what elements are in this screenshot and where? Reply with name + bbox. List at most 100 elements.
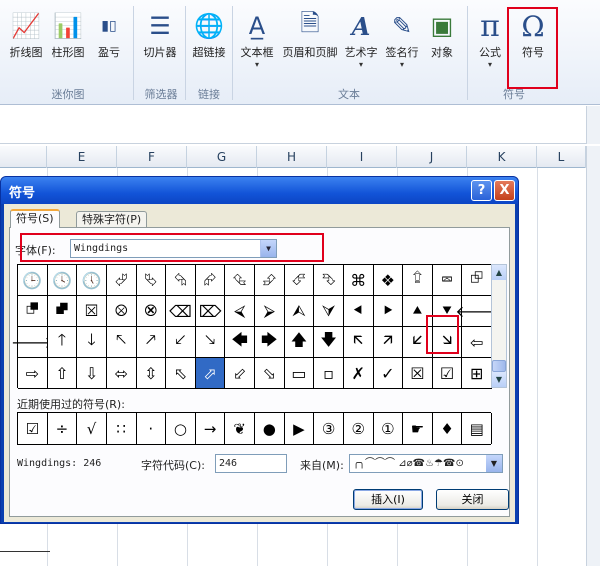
symbol-cell[interactable]: ⯇ xyxy=(343,296,374,327)
symbol-cell[interactable]: ⮴ xyxy=(225,265,255,296)
recent-symbol-cell[interactable]: ∷ xyxy=(106,413,137,444)
symbol-cell[interactable]: ✓ xyxy=(373,358,404,389)
column-header-h[interactable]: H xyxy=(257,146,327,168)
hyperlink-button[interactable]: 🌐 超链接 xyxy=(190,8,228,60)
recent-symbol-cell[interactable]: ♦ xyxy=(432,413,463,444)
symbol-cell[interactable]: ⮳ xyxy=(195,265,226,296)
symbol-cell[interactable]: ⇩ xyxy=(77,358,107,389)
symbol-cell[interactable]: 🡗 xyxy=(166,327,196,358)
equation-button[interactable]: π 公式 ▾ xyxy=(474,8,506,70)
column-chart-button[interactable]: 📊 柱形图 xyxy=(50,8,86,60)
symbol-cell[interactable]: ☒ xyxy=(403,358,433,389)
ribbon-scroll[interactable] xyxy=(586,106,600,144)
column-header-f[interactable]: F xyxy=(117,146,187,168)
recent-symbol-cell[interactable]: ② xyxy=(343,413,374,444)
column-header-l[interactable]: L xyxy=(537,146,586,168)
insert-button[interactable]: 插入(I) xyxy=(353,489,423,510)
formula-bar-area[interactable] xyxy=(0,106,600,144)
textbox-button[interactable]: A̲ 文本框 ▾ xyxy=(238,8,276,69)
symbol-cell[interactable]: ⮛ xyxy=(314,296,344,327)
char-code-input[interactable]: 246 xyxy=(215,454,287,473)
symbol-cell[interactable]: 🕓 xyxy=(47,265,78,296)
symbol-cell[interactable]: ▭ xyxy=(284,358,315,389)
help-button[interactable]: ? xyxy=(471,180,492,201)
column-header-j[interactable]: J xyxy=(397,146,467,168)
dialog-titlebar[interactable]: 符号 ? X xyxy=(1,177,518,204)
recent-symbol-cell[interactable]: · xyxy=(136,413,167,444)
symbol-cell[interactable]: ⮶ xyxy=(284,265,315,296)
chevron-down-icon[interactable]: ▼ xyxy=(486,455,502,472)
symbol-cell[interactable]: ⊞ xyxy=(462,358,492,389)
tab-special-characters[interactable]: 特殊字符(P) xyxy=(76,211,148,228)
column-header-i[interactable]: I xyxy=(327,146,397,168)
symbol-cell[interactable]: ⌘ xyxy=(343,265,374,296)
symbol-cell[interactable]: ⬀ xyxy=(195,358,226,389)
symbol-cell[interactable]: ⮚ xyxy=(255,296,285,327)
symbol-cell[interactable]: 🡖 xyxy=(195,327,226,358)
symbol-cell[interactable]: 🡭 xyxy=(373,327,404,358)
symbol-cell[interactable]: ⬁ xyxy=(166,358,196,389)
symbol-cell[interactable]: 🡓 xyxy=(77,327,107,358)
line-chart-button[interactable]: 📈 折线图 xyxy=(8,8,44,60)
symbol-cell[interactable]: ⮱ xyxy=(136,265,167,296)
symbol-cell[interactable]: ⮵ xyxy=(255,265,285,296)
recent-symbol-cell[interactable]: ☛ xyxy=(403,413,433,444)
symbol-cell[interactable]: ⬂ xyxy=(255,358,285,389)
symbol-cell[interactable]: 🡔 xyxy=(106,327,137,358)
symbol-cell[interactable]: 🡬 xyxy=(343,327,374,358)
vertical-scrollbar[interactable] xyxy=(586,146,600,566)
symbol-cell[interactable]: ⮻ xyxy=(18,296,48,327)
symbol-cell[interactable]: ⌦ xyxy=(195,296,226,327)
symbol-cell[interactable]: ☑ xyxy=(432,358,463,389)
recent-symbol-cell[interactable]: ☑ xyxy=(18,413,48,444)
recent-symbol-cell[interactable]: √ xyxy=(77,413,107,444)
symbol-grid[interactable]: 🕒 🕓 🕔 ⮰ ⮱ ⮲ ⮳ ⮴ ⮵ ⮶ ⮷ ⌘ ❖ ⮸ ⮹ ⮺ ⮻ ⮼ ⮽ ⮾ ⮿ ⌫ ⌦ ⮘ ⮚ ⮙ ⮛ ⯇ ⯈ ⯅ ⯆ 🡐 🡒 🡑 🡓 🡔 🡕 🡗 🡖 🡄… xyxy=(11,264,498,389)
symbol-cell[interactable]: 🡅 xyxy=(284,327,315,358)
symbol-grid-scrollbar[interactable]: ▲ ▼ xyxy=(491,264,507,388)
symbol-cell[interactable]: ⮿ xyxy=(136,296,167,327)
symbol-cell[interactable]: ⮺ xyxy=(462,265,492,296)
recent-symbol-cell[interactable]: → xyxy=(195,413,226,444)
signature-line-button[interactable]: ✎ 签名行 ▾ xyxy=(383,8,421,69)
symbol-cell[interactable]: ⮘ xyxy=(225,296,255,327)
symbol-cell[interactable]: ⬄ xyxy=(106,358,137,389)
slicer-button[interactable]: ☰ 切片器 xyxy=(140,8,180,60)
recent-symbol-cell[interactable]: ● xyxy=(255,413,285,444)
recent-symbol-cell[interactable]: ÷ xyxy=(47,413,78,444)
symbol-cell[interactable]: 🕔 xyxy=(77,265,107,296)
tab-symbols[interactable]: 符号(S) xyxy=(10,209,60,228)
symbol-cell[interactable]: ⮸ xyxy=(403,265,433,296)
header-footer-button[interactable]: 🗎 页眉和页脚 xyxy=(280,8,340,60)
recent-symbol-cell[interactable]: ▶ xyxy=(284,413,315,444)
chevron-up-icon[interactable]: ▲ xyxy=(492,265,506,280)
recent-symbol-cell[interactable]: ③ xyxy=(314,413,344,444)
symbol-cell[interactable]: 🡇 xyxy=(314,327,344,358)
symbol-cell[interactable]: ⮲ xyxy=(166,265,196,296)
chevron-down-icon[interactable]: ▼ xyxy=(492,372,506,387)
symbol-cell[interactable]: ⮽ xyxy=(77,296,107,327)
symbol-cell[interactable]: ⮹ xyxy=(432,265,463,296)
symbol-cell[interactable]: ⮙ xyxy=(284,296,315,327)
close-button[interactable]: 关闭 xyxy=(436,489,509,510)
symbol-cell[interactable]: ⮼ xyxy=(47,296,78,327)
scrollbar-thumb[interactable] xyxy=(492,360,506,372)
recent-symbol-cell[interactable]: ▤ xyxy=(462,413,492,444)
symbol-cell[interactable]: 🡄 xyxy=(225,327,255,358)
symbol-cell[interactable]: 🡐 xyxy=(455,296,498,327)
symbol-cell[interactable]: ⯈ xyxy=(373,296,404,327)
symbol-cell[interactable]: 🡑 xyxy=(47,327,78,358)
recent-symbol-cell[interactable]: ① xyxy=(373,413,404,444)
win-loss-button[interactable]: ▮▯ 盈亏 xyxy=(94,8,124,60)
symbol-cell[interactable]: ⇦ xyxy=(462,327,492,358)
symbol-cell[interactable]: 🕒 xyxy=(18,265,48,296)
object-button[interactable]: ▣ 对象 xyxy=(425,8,459,60)
column-header-k[interactable]: K xyxy=(467,146,537,168)
symbol-cell[interactable]: ⇨ xyxy=(18,358,48,389)
symbol-cell[interactable]: ▫ xyxy=(314,358,344,389)
column-header-g[interactable]: G xyxy=(187,146,257,168)
corner-cell[interactable] xyxy=(0,146,47,168)
symbol-cell[interactable]: ❖ xyxy=(373,265,404,296)
symbol-cell[interactable]: ⬃ xyxy=(225,358,255,389)
symbol-cell[interactable]: ✗ xyxy=(343,358,374,389)
symbol-cell[interactable]: ⮾ xyxy=(106,296,137,327)
